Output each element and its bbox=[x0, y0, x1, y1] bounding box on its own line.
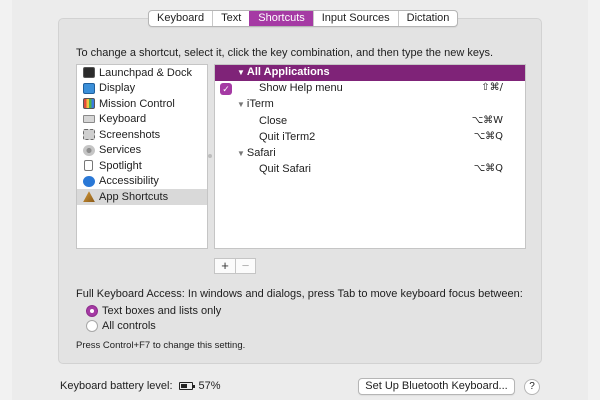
shortcut-keys[interactable]: ⌥⌘Q bbox=[474, 131, 503, 142]
radio-option-text-boxes[interactable]: Text boxes and lists only bbox=[86, 305, 221, 317]
shortcut-group-iterm[interactable]: ▼ iTerm bbox=[215, 97, 525, 113]
shortcut-keys[interactable]: ⌥⌘W bbox=[472, 115, 503, 126]
group-label: All Applications bbox=[246, 66, 330, 78]
splitter-handle[interactable] bbox=[208, 154, 212, 158]
group-label: iTerm bbox=[246, 98, 274, 111]
category-keyboard[interactable]: Keyboard bbox=[77, 112, 207, 128]
add-shortcut-button[interactable]: + bbox=[215, 259, 235, 273]
window-edge-left bbox=[0, 0, 12, 400]
setup-bluetooth-keyboard-button[interactable]: Set Up Bluetooth Keyboard... bbox=[358, 378, 515, 395]
category-label: Display bbox=[99, 82, 136, 95]
remove-shortcut-button[interactable]: − bbox=[235, 259, 255, 273]
help-button[interactable]: ? bbox=[524, 379, 540, 395]
category-label: Spotlight bbox=[99, 159, 142, 172]
category-spotlight[interactable]: Spotlight bbox=[77, 158, 207, 174]
shortcuts-table[interactable]: ▼ All Applications ✓ Show Help menu ⇧⌘/ ▼… bbox=[214, 64, 526, 249]
instructions-text: To change a shortcut, select it, click t… bbox=[76, 47, 494, 59]
add-remove-buttons: + − bbox=[214, 258, 256, 274]
disclosure-triangle-icon[interactable]: ▼ bbox=[237, 68, 245, 77]
category-accessibility[interactable]: Accessibility bbox=[77, 174, 207, 190]
tab-text[interactable]: Text bbox=[212, 11, 249, 26]
mission-control-icon bbox=[83, 98, 95, 110]
radio-label: All controls bbox=[102, 320, 156, 332]
category-label: Keyboard bbox=[99, 113, 147, 126]
shortcut-label: Show Help menu bbox=[259, 82, 343, 95]
shortcut-label: Quit Safari bbox=[259, 163, 311, 176]
tab-shortcuts[interactable]: Shortcuts bbox=[249, 11, 313, 26]
full-keyboard-access-label: Full Keyboard Access: In windows and dia… bbox=[76, 288, 523, 300]
category-app-shortcuts[interactable]: App Shortcuts bbox=[77, 189, 207, 205]
display-icon bbox=[83, 82, 95, 94]
disclosure-triangle-icon[interactable]: ▼ bbox=[237, 149, 245, 158]
category-screenshots[interactable]: Screenshots bbox=[77, 127, 207, 143]
shortcut-row-show-help-menu[interactable]: ✓ Show Help menu ⇧⌘/ bbox=[215, 81, 525, 97]
radio-button-selected[interactable] bbox=[86, 305, 98, 317]
shortcut-label: Close bbox=[259, 114, 288, 127]
battery-label: Keyboard battery level: bbox=[60, 380, 173, 392]
tab-keyboard[interactable]: Keyboard bbox=[149, 11, 212, 26]
radio-label: Text boxes and lists only bbox=[102, 305, 222, 317]
category-label: Accessibility bbox=[99, 175, 159, 188]
checkbox-show-help-menu[interactable]: ✓ bbox=[220, 83, 232, 96]
category-label: Mission Control bbox=[99, 97, 175, 110]
tab-input-sources[interactable]: Input Sources bbox=[312, 11, 398, 26]
category-launchpad-dock[interactable]: Launchpad & Dock bbox=[77, 65, 207, 81]
category-label: Screenshots bbox=[99, 128, 161, 141]
shortcut-group-all-applications[interactable]: ▼ All Applications bbox=[215, 65, 525, 82]
keyboard-access-hint: Press Control+F7 to change this setting. bbox=[76, 340, 246, 351]
disclosure-triangle-icon[interactable]: ▼ bbox=[237, 100, 245, 109]
category-label: Services bbox=[99, 144, 142, 157]
category-list[interactable]: Launchpad & Dock Display Mission Control… bbox=[76, 64, 208, 249]
radio-button[interactable] bbox=[86, 320, 98, 332]
category-mission-control[interactable]: Mission Control bbox=[77, 96, 207, 112]
keyboard-icon bbox=[83, 115, 95, 124]
shortcut-group-safari[interactable]: ▼ Safari bbox=[215, 146, 525, 162]
shortcut-label: Quit iTerm2 bbox=[259, 130, 316, 143]
shortcut-row-close[interactable]: Close ⌥⌘W bbox=[215, 114, 525, 130]
category-display[interactable]: Display bbox=[77, 81, 207, 97]
shortcut-row-quit-safari[interactable]: Quit Safari ⌥⌘Q bbox=[215, 162, 525, 178]
battery-status: Keyboard battery level: 57% bbox=[60, 380, 221, 392]
category-label: App Shortcuts bbox=[99, 190, 169, 203]
gear-icon bbox=[83, 144, 95, 156]
category-label: Launchpad & Dock bbox=[99, 66, 192, 79]
shortcut-keys[interactable]: ⇧⌘/ bbox=[481, 82, 503, 93]
app-shortcuts-icon bbox=[83, 191, 95, 203]
accessibility-icon bbox=[83, 175, 95, 187]
tab-bar: Keyboard Text Shortcuts Input Sources Di… bbox=[148, 10, 459, 27]
shortcut-keys[interactable]: ⌥⌘Q bbox=[474, 163, 503, 174]
group-label: Safari bbox=[246, 146, 276, 159]
spotlight-icon bbox=[84, 160, 93, 172]
launchpad-icon bbox=[83, 67, 95, 79]
battery-icon bbox=[178, 382, 195, 390]
window-edge-right bbox=[588, 0, 600, 400]
radio-option-all-controls[interactable]: All controls bbox=[86, 320, 156, 332]
shortcut-row-quit-iterm2[interactable]: Quit iTerm2 ⌥⌘Q bbox=[215, 130, 525, 146]
category-services[interactable]: Services bbox=[77, 143, 207, 159]
screenshots-icon bbox=[83, 129, 95, 141]
battery-value: 57% bbox=[198, 380, 221, 392]
tab-dictation[interactable]: Dictation bbox=[397, 11, 458, 26]
